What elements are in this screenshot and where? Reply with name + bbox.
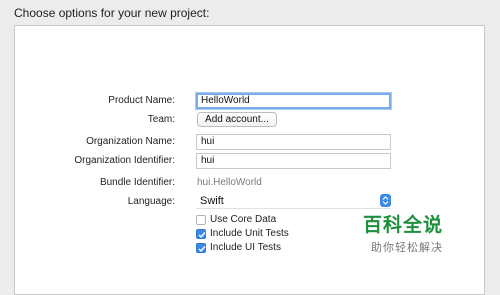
language-label: Language:: [127, 196, 175, 207]
use-core-data-checkbox[interactable]: [196, 215, 206, 225]
language-row: Language: Swift: [15, 194, 484, 211]
watermark-subtitle: 助你轻松解决: [371, 242, 443, 254]
include-ui-tests-label: Include UI Tests: [210, 242, 281, 253]
bundle-identifier-row: Bundle Identifier: hui.HelloWorld: [15, 175, 484, 192]
watermark-title: 百科全说: [363, 215, 444, 236]
include-unit-tests-checkbox[interactable]: [196, 229, 206, 239]
product-name-field[interactable]: HelloWorld: [196, 93, 391, 109]
checkmark-icon: [198, 232, 206, 239]
organization-identifier-field[interactable]: hui: [196, 153, 391, 169]
dialog-heading: Choose options for your new project:: [14, 6, 210, 20]
product-name-row: Product Name: HelloWorld: [15, 93, 484, 110]
use-core-data-label: Use Core Data: [210, 214, 277, 225]
add-account-button[interactable]: Add account...: [197, 112, 277, 127]
organization-identifier-row: Organization Identifier: hui: [15, 153, 484, 170]
product-name-label: Product Name:: [108, 95, 175, 106]
language-value: Swift: [200, 195, 224, 207]
bundle-identifier-label: Bundle Identifier:: [99, 177, 175, 188]
bundle-identifier-value: hui.HelloWorld: [197, 177, 262, 188]
chevron-updown-icon[interactable]: [380, 194, 391, 207]
organization-identifier-label: Organization Identifier:: [74, 155, 175, 166]
team-label: Team:: [147, 114, 175, 125]
include-ui-tests-checkbox[interactable]: [196, 243, 206, 253]
organization-name-row: Organization Name: hui: [15, 134, 484, 151]
team-row: Team: Add account...: [15, 112, 484, 129]
organization-name-field[interactable]: hui: [196, 134, 391, 150]
checkmark-icon: [198, 246, 206, 253]
organization-name-label: Organization Name:: [86, 136, 175, 147]
language-select[interactable]: Swift: [196, 194, 391, 209]
include-unit-tests-label: Include Unit Tests: [210, 228, 289, 239]
